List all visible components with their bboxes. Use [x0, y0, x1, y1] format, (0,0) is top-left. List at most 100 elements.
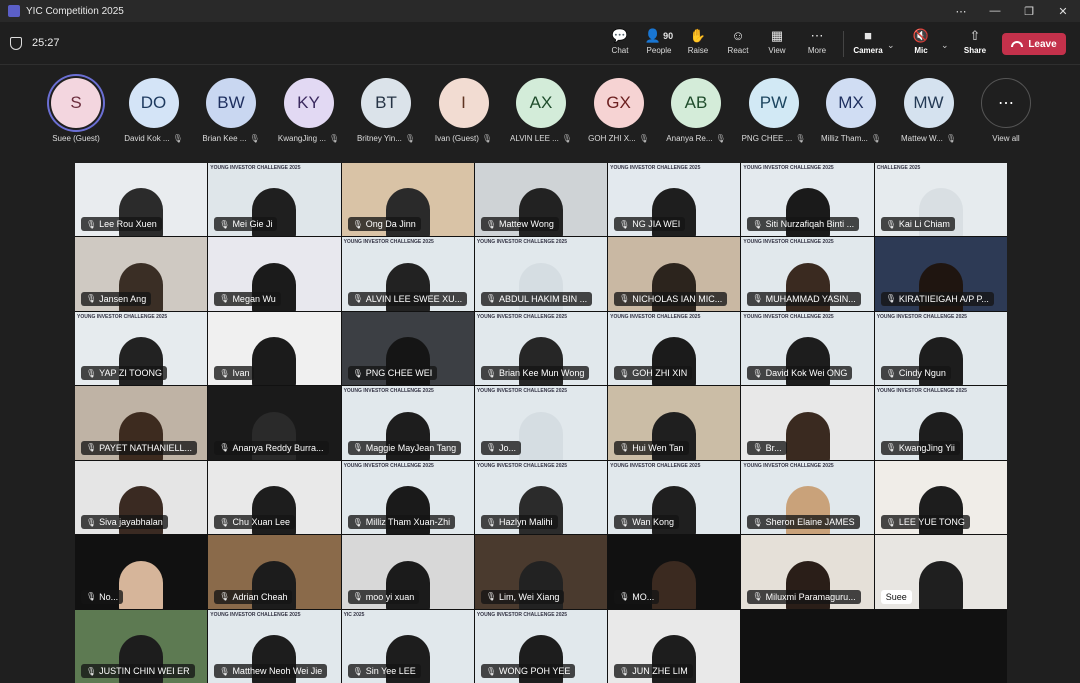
video-tile[interactable]: 🎙 Adrian Cheah [208, 535, 341, 609]
video-tile[interactable]: YOUNG INVESTOR CHALLENGE 2025 🎙 NG JIA WEI [608, 163, 741, 237]
participant-name-tag: 🎙 Ananya Reddy Burra... [214, 440, 329, 455]
shield-icon[interactable] [10, 37, 22, 50]
video-tile[interactable]: 🎙 Br... [741, 386, 874, 460]
view-all-button[interactable]: ⋯ View all [971, 78, 1041, 143]
chat-button[interactable]: 💬 Chat [601, 28, 639, 60]
video-tile[interactable]: Suee [874, 535, 1007, 609]
video-tile[interactable]: YOUNG INVESTOR CHALLENGE 2025 🎙 Jo... [474, 386, 608, 460]
participant-name-tag: 🎙 ALVIN LEE SWEE XU... [347, 291, 468, 306]
participant-name-tag: 🎙 JUN ZHE LIM [614, 664, 693, 678]
participant-avatar[interactable]: BW Brian Kee ... 🎙 [196, 78, 266, 143]
mic-muted-icon: 🎙 [86, 443, 97, 453]
participant-avatar[interactable]: S Suee (Guest) [41, 78, 111, 143]
video-tile[interactable]: 🎙 Chu Xuan Lee [208, 460, 341, 535]
mic-muted-icon: 🎙 [752, 294, 763, 304]
participant-name: MUHAMMAD YASIN... [765, 293, 856, 304]
participant-avatar[interactable]: I Ivan (Guest) 🎙 [429, 78, 499, 143]
more-button[interactable]: ⋯ More [798, 28, 836, 60]
video-tile[interactable]: YOUNG INVESTOR CHALLENGE 2025 🎙 ALVIN LEE … [341, 237, 474, 311]
video-tile[interactable]: 🎙 Jansen Ang [75, 237, 208, 311]
video-tile[interactable]: YOUNG INVESTOR CHALLENGE 2025 🎙 David Kok … [741, 311, 874, 386]
video-tile[interactable]: 🎙 Hui Wen Tan [608, 386, 741, 460]
participant-name-tag: 🎙 Milliz Tham Xuan-Zhi [347, 515, 456, 530]
video-tile[interactable]: YOUNG INVESTOR CHALLENGE 2025 🎙 GOH ZHI XI… [608, 311, 741, 386]
avatar-name-row: Ivan (Guest) 🎙 [435, 134, 492, 143]
participant-avatar[interactable]: AX ALVIN LEE ... 🎙 [506, 78, 576, 143]
mic-muted-icon: 🎙 [485, 443, 496, 453]
mic-muted-icon: 🎙 [619, 443, 630, 453]
camera-options-chevron-icon[interactable]: ⌄ [887, 40, 895, 51]
video-tile[interactable]: 🎙 PAYET NATHANIELL... [75, 386, 208, 460]
mic-muted-icon: 🎙 [352, 666, 363, 676]
participant-avatar[interactable]: PW PNG CHEE ... 🎙 [739, 78, 809, 143]
react-button[interactable]: ☺ React [719, 28, 757, 60]
camera-label: Camera [853, 46, 883, 55]
avatar-name: David Kok ... [124, 134, 170, 143]
video-tile[interactable]: YOUNG INVESTOR CHALLENGE 2025 🎙 Milliz Tha… [341, 460, 474, 535]
mic-muted-icon: 🎙 [885, 294, 896, 304]
video-tile[interactable]: 🎙 JUN ZHE LIM [608, 609, 741, 683]
virtual-background-banner: YOUNG INVESTOR CHALLENGE 2025 [476, 462, 568, 469]
video-tile[interactable]: 🎙 Lee Rou Xuen [75, 163, 208, 237]
video-tile[interactable]: 🎙 JUSTIN CHIN WEI ER [75, 609, 208, 683]
video-tile[interactable]: YOUNG INVESTOR CHALLENGE 2025 🎙 Cindy Ngun [874, 311, 1007, 386]
participant-name: Megan Wu [232, 293, 276, 304]
avatar-initials: AB [671, 78, 721, 128]
participant-avatar[interactable]: GX GOH ZHI X... 🎙 [584, 78, 654, 143]
video-tile[interactable]: 🎙 Megan Wu [208, 237, 341, 311]
video-tile[interactable]: YOUNG INVESTOR CHALLENGE 2025 🎙 Sheron Ela… [741, 460, 874, 535]
video-tile[interactable]: YOUNG INVESTOR CHALLENGE 2025 🎙 YAP ZI TOO… [75, 311, 208, 386]
participant-name: Matthew Neoh Wei Jie [232, 666, 323, 676]
video-tile[interactable]: YOUNG INVESTOR CHALLENGE 2025 🎙 Mei Gie Ji [208, 163, 341, 237]
video-tile[interactable]: 🎙 Ivan [208, 311, 341, 386]
more-options-icon[interactable]: ⋯ [944, 0, 978, 22]
minimize-button[interactable]: — [978, 0, 1012, 22]
maximize-button[interactable]: ❐ [1012, 0, 1046, 22]
video-tile[interactable]: 🎙 Siva jayabhalan [75, 460, 208, 535]
video-tile[interactable]: YOUNG INVESTOR CHALLENGE 2025 🎙 MUHAMMAD Y… [741, 237, 874, 311]
video-tile[interactable]: YOUNG INVESTOR CHALLENGE 2025 🎙 Matthew Ne… [208, 609, 341, 683]
participant-name: Adrian Cheah [232, 591, 288, 602]
video-tile[interactable]: 🎙 NICHOLAS IAN MIC... [608, 237, 741, 311]
participant-avatar[interactable]: MW Mattew W... 🎙 [894, 78, 964, 143]
video-tile[interactable]: YOUNG INVESTOR CHALLENGE 2025 🎙 Hazlyn Mal… [474, 460, 608, 535]
share-button[interactable]: ⇧ Share [956, 28, 994, 60]
participant-avatar[interactable]: MX Milliz Tham... 🎙 [816, 78, 886, 143]
view-button[interactable]: ▦ View [758, 28, 796, 60]
video-tile[interactable]: YOUNG INVESTOR CHALLENGE 2025 🎙 Wan Kong [608, 460, 741, 535]
video-tile[interactable]: 🎙 Lim, Wei Xiang [474, 535, 608, 609]
video-tile[interactable]: YOUNG INVESTOR CHALLENGE 2025 🎙 KwangJing … [874, 386, 1007, 460]
video-tile[interactable]: CHALLENGE 2025 🎙 Kai Li Chiam [874, 163, 1007, 237]
participant-avatar[interactable]: DO David Kok ... 🎙 [119, 78, 189, 143]
video-tile[interactable]: YOUNG INVESTOR CHALLENGE 2025 🎙 Siti Nurza… [741, 163, 874, 237]
video-tile[interactable]: 🎙 Ananya Reddy Burra... [208, 386, 341, 460]
video-tile[interactable]: 🎙 moo yi xuan [341, 535, 474, 609]
virtual-background-banner: YOUNG INVESTOR CHALLENGE 2025 [876, 388, 967, 395]
video-tile[interactable]: YOUNG INVESTOR CHALLENGE 2025 🎙 Brian Kee … [474, 311, 608, 386]
close-button[interactable]: ✕ [1046, 0, 1080, 22]
camera-button[interactable]: ■ Camera [849, 28, 887, 60]
video-tile[interactable]: 🎙 LEE YUE TONG [874, 460, 1007, 535]
participant-avatar[interactable]: BT Britney Yin... 🎙 [351, 78, 421, 143]
video-tile[interactable]: 🎙 Mattew Wong [474, 163, 608, 237]
video-tile[interactable]: YOUNG INVESTOR CHALLENGE 2025 🎙 WONG POH Y… [474, 609, 608, 683]
video-tile[interactable]: 🎙 PNG CHEE WEI [341, 311, 474, 386]
video-tile[interactable]: YOUNG INVESTOR CHALLENGE 2025 🎙 Maggie May… [341, 386, 474, 460]
leave-button[interactable]: Leave [1002, 33, 1066, 55]
video-tile[interactable]: 🎙 KIRATIIEIGAH A/P P... [874, 237, 1007, 311]
raise-button[interactable]: ✋ Raise [679, 28, 717, 60]
people-button[interactable]: 👤 90 People [640, 28, 678, 60]
video-tile[interactable]: YIC 2025 🎙 Sin Yee LEE [341, 609, 474, 683]
virtual-background-banner: YOUNG INVESTOR CHALLENGE 2025 [476, 313, 568, 320]
participant-avatar[interactable]: AB Ananya Re... 🎙 [661, 78, 731, 143]
avatar-name-row: Suee (Guest) [52, 134, 100, 143]
video-tile[interactable]: 🎙 Miluxmi Paramaguru... [741, 535, 874, 609]
video-tile[interactable]: YOUNG INVESTOR CHALLENGE 2025 🎙 ABDUL HAKI… [474, 237, 608, 311]
mic-button[interactable]: 🔇 Mic [902, 28, 940, 60]
video-tile[interactable]: 🎙 No... [75, 535, 208, 609]
participant-name-tag: 🎙 Siva jayabhalan [81, 515, 168, 530]
mic-options-chevron-icon[interactable]: ⌄ [941, 40, 949, 51]
participant-avatar[interactable]: KY KwangJing ... 🎙 [274, 78, 344, 143]
video-tile[interactable]: 🎙 MO... [608, 535, 741, 609]
video-tile[interactable]: 🎙 Ong Da Jinn [341, 163, 474, 237]
